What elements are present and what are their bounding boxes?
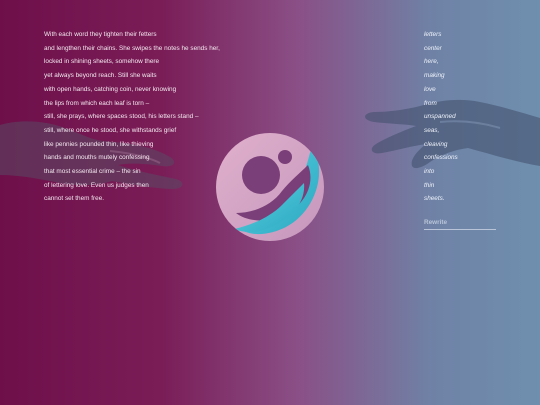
word-item: center (424, 44, 442, 52)
word-item: sheets. (424, 195, 445, 203)
word-item: making (424, 72, 445, 80)
poem-line: cannot set them free. (44, 195, 105, 203)
poem-line: still, she prays, where spaces stood, hi… (44, 113, 199, 121)
word-column: letters center here, making love from un… (424, 28, 504, 206)
poem-line: and lengthen their chains. She swipes th… (44, 44, 220, 52)
word-item: seas, (424, 126, 440, 134)
poem-line: like pennies pounded thin, like thieving (44, 140, 154, 148)
poem-line: With each word they tighten their fetter… (44, 31, 157, 38)
poem-line: of lettering love. Even us judges then (44, 181, 149, 189)
word-item: confessions (424, 154, 458, 162)
poem-line: locked in shining sheets, somehow there (44, 58, 160, 66)
poem-line: the lips from which each leaf is torn – (44, 99, 150, 107)
poem-line: that most essential crime – the sin (44, 168, 141, 176)
word-item: thin (424, 181, 435, 189)
word-item: from (424, 99, 437, 107)
word-item: letters (424, 31, 442, 38)
word-item: cleaving (424, 140, 448, 148)
rewrite-button[interactable]: Rewrite (424, 219, 496, 230)
poem-line: still, where once he stood, she withstan… (44, 126, 177, 134)
word-item: unspanned (424, 113, 456, 121)
poem-text: With each word they tighten their fetter… (44, 28, 304, 206)
word-item: here, (424, 58, 439, 66)
poem-line: with open hands, catching coin, never kn… (44, 85, 177, 93)
word-item: into (424, 168, 435, 176)
word-item: love (424, 85, 436, 93)
poem-line: yet always beyond reach. Still she waits (44, 72, 157, 80)
poem-line: hands and mouths mutely confessing (44, 154, 150, 162)
